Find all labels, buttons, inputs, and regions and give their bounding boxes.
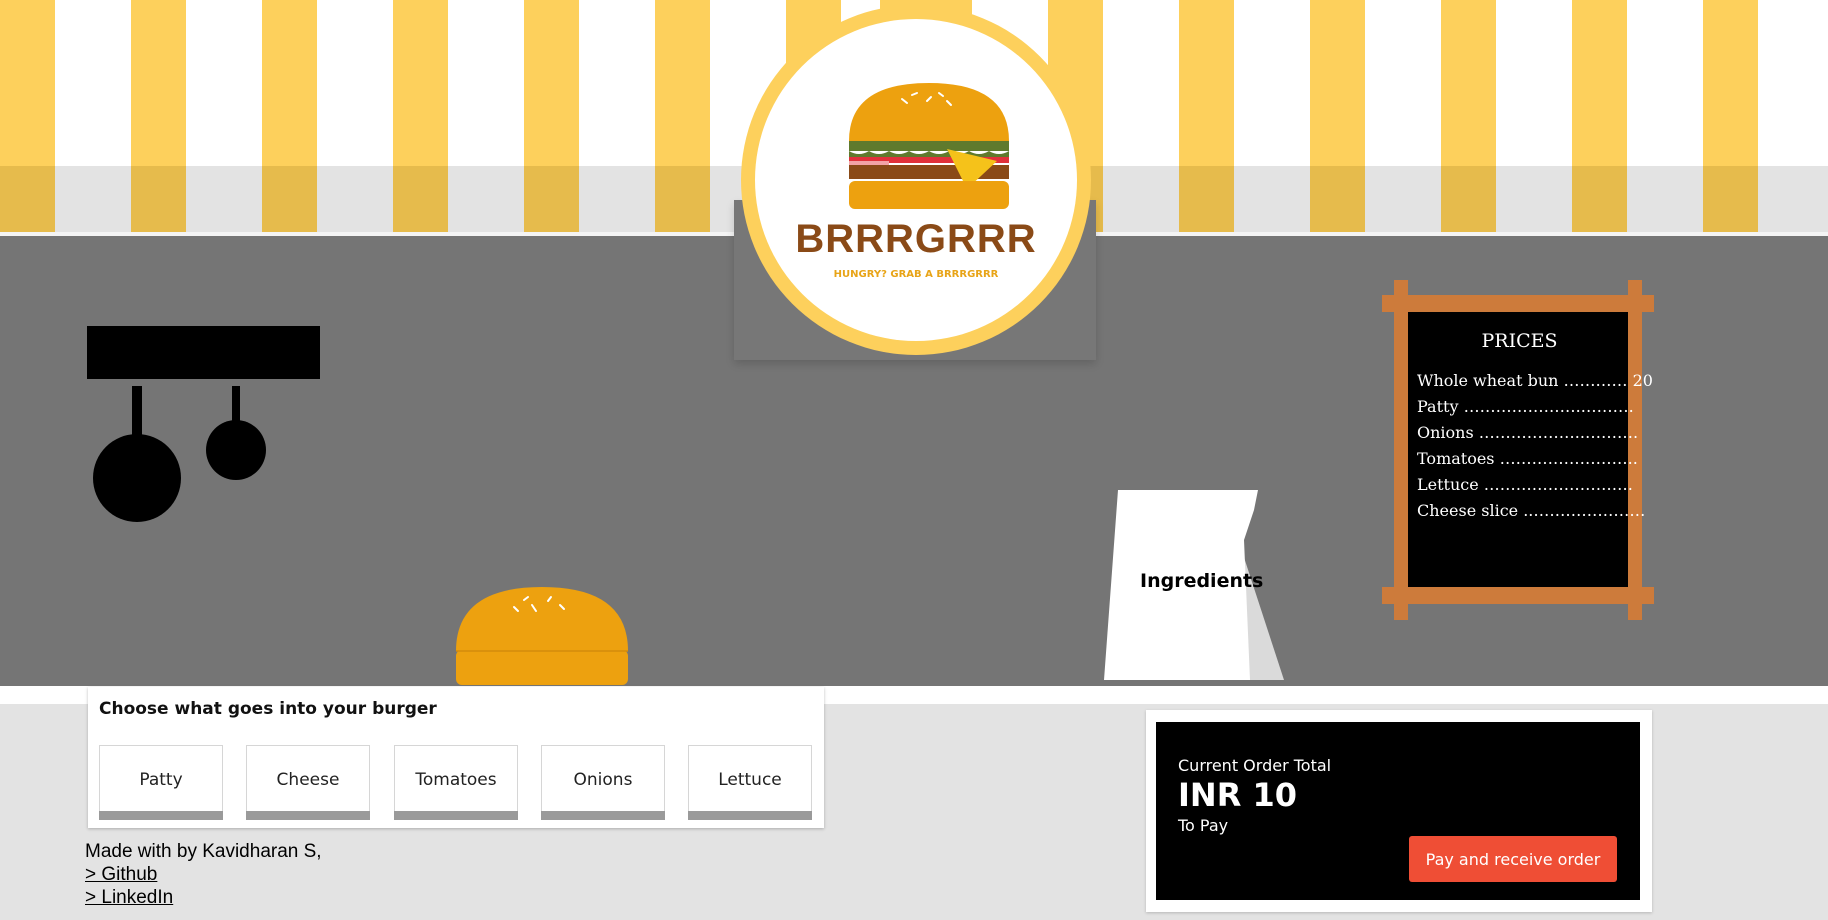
price-row: Patty ………………….………. [1417, 394, 1657, 420]
price-item-label: Lettuce ………………………. [1417, 475, 1633, 494]
logo-face: BRRRGRRR HUNGRY? GRAB A BRRRGRRR [755, 19, 1077, 341]
price-row: Lettuce ………………………. [1417, 472, 1657, 498]
price-item-label: Whole wheat bun ………… [1417, 371, 1628, 390]
footer: Made with by Kavidharan S, > Github > Li… [85, 840, 322, 909]
price-row: Tomatoes …………………….. [1417, 446, 1657, 472]
price-item-label: Patty ………………….………. [1417, 397, 1634, 416]
pay-button[interactable]: Pay and receive order [1409, 836, 1617, 882]
price-row: Cheese slice ..………………… [1417, 498, 1657, 524]
linkedin-link[interactable]: > LinkedIn [85, 886, 322, 909]
order-total-label: Current Order Total [1178, 756, 1332, 775]
order-summary-card: Current Order Total INR 10 To Pay Pay an… [1146, 710, 1652, 912]
add-patty-button[interactable]: Patty [99, 745, 223, 820]
brand-name: BRRRGRRR [795, 217, 1037, 261]
burger-logo-icon [849, 83, 1009, 209]
price-board: PRICES Whole wheat bun ………… 20 Patty ………… [1417, 330, 1657, 524]
pan-rack [87, 326, 320, 379]
price-item-label: Cheese slice ..………………… [1417, 501, 1646, 520]
ingredient-chooser: Choose what goes into your burger Patty … [88, 687, 824, 828]
price-item-value: 20 [1632, 371, 1653, 390]
small-pan-icon [206, 386, 266, 480]
price-item-label: Tomatoes …………………….. [1417, 449, 1638, 468]
price-item-label: Onions ………………..………. [1417, 423, 1639, 442]
github-link[interactable]: > Github [85, 863, 322, 886]
chooser-title: Choose what goes into your burger [99, 699, 437, 719]
add-onions-button[interactable]: Onions [541, 745, 665, 820]
bun-icon [456, 587, 628, 685]
frying-pan-icon [93, 386, 181, 522]
price-board-title: PRICES [1481, 330, 1558, 352]
order-to-pay-label: To Pay [1178, 816, 1229, 835]
brand-tagline: HUNGRY? GRAB A BRRRGRRR [833, 269, 999, 280]
ingredients-sign-label: Ingredients [1140, 570, 1264, 592]
price-row: Whole wheat bun ………… 20 [1417, 368, 1657, 394]
order-summary: Current Order Total INR 10 To Pay Pay an… [1156, 722, 1640, 900]
logo-sign: BRRRGRRR HUNGRY? GRAB A BRRRGRRR [741, 5, 1091, 355]
price-row: Onions ………………..………. [1417, 420, 1657, 446]
add-cheese-button[interactable]: Cheese [246, 745, 370, 820]
add-tomatoes-button[interactable]: Tomatoes [394, 745, 518, 820]
add-lettuce-button[interactable]: Lettuce [688, 745, 812, 820]
footer-credit: Made with by Kavidharan S, [85, 841, 322, 862]
order-total-amount: INR 10 [1178, 776, 1297, 814]
